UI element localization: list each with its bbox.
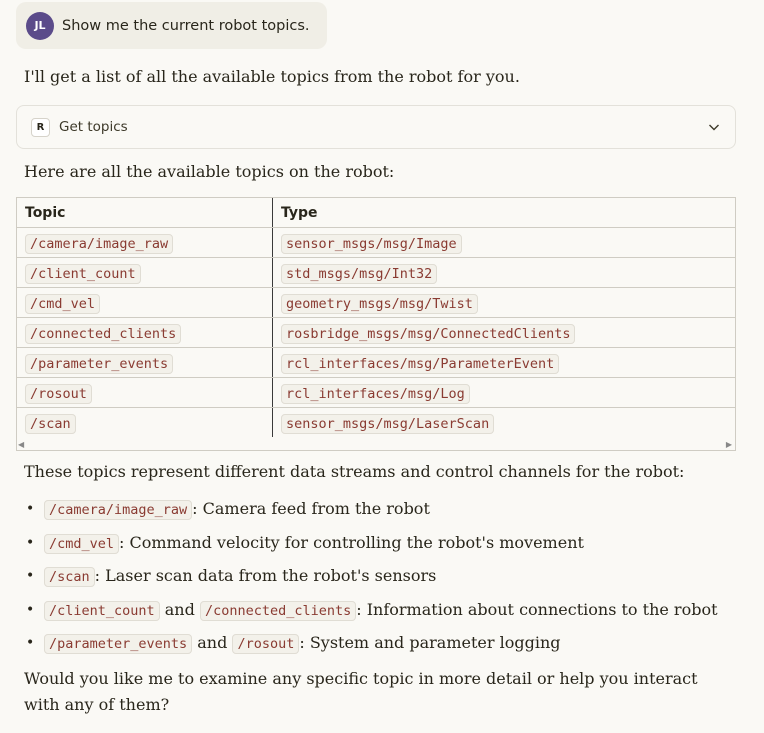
- user-message: JL Show me the current robot topics.: [16, 2, 327, 49]
- table-row: /rosout rcl_interfaces/msg/Log: [17, 377, 735, 408]
- inline-code: /client_count: [44, 600, 160, 621]
- topic-cell: /client_count: [25, 264, 141, 284]
- list-item: /cmd_vel: Command velocity for controlli…: [24, 529, 724, 563]
- header-type: Type: [272, 198, 735, 228]
- type-cell: sensor_msgs/msg/Image: [281, 234, 462, 254]
- assistant-intro: I'll get a list of all the available top…: [24, 67, 520, 86]
- type-cell: geometry_msgs/msg/Twist: [281, 294, 478, 314]
- tool-call-get-topics[interactable]: R Get topics: [16, 105, 736, 149]
- topic-cell: /parameter_events: [25, 354, 174, 374]
- type-cell: sensor_msgs/msg/LaserScan: [281, 414, 495, 434]
- table-row: /scan sensor_msgs/msg/LaserScan: [17, 407, 735, 437]
- header-topic: Topic: [17, 198, 273, 228]
- inline-code: /connected_clients: [199, 600, 357, 621]
- list-item-conjunction: and: [159, 599, 200, 619]
- table-row: /connected_clients rosbridge_msgs/msg/Co…: [17, 317, 735, 348]
- tool-label: Get topics: [59, 119, 128, 135]
- list-item-conjunction: and: [192, 633, 233, 652]
- tool-badge: R: [31, 117, 50, 137]
- list-item-text: : System and parameter logging: [299, 633, 561, 652]
- summary-intro: These topics represent different data st…: [24, 462, 685, 481]
- list-item: /scan: Laser scan data from the robot's …: [24, 562, 724, 596]
- inline-code: /parameter_events: [44, 634, 193, 654]
- table-row: /camera/image_raw sensor_msgs/msg/Image: [17, 227, 735, 258]
- scroll-left-icon[interactable]: ◀: [18, 440, 24, 449]
- topic-cell: /camera/image_raw: [25, 234, 174, 254]
- user-avatar: JL: [26, 11, 54, 40]
- topic-cell: /scan: [25, 414, 76, 434]
- topic-cell: /rosout: [25, 384, 92, 404]
- list-item: /camera/image_raw: Camera feed from the …: [24, 495, 724, 529]
- list-item: /client_count and /connected_clients: In…: [24, 596, 724, 630]
- type-cell: std_msgs/msg/Int32: [281, 264, 438, 284]
- list-item: /parameter_events and /rosout: System an…: [24, 629, 724, 663]
- type-cell: rcl_interfaces/msg/Log: [281, 384, 470, 404]
- horizontal-scrollbar[interactable]: ◀ ▶: [17, 440, 735, 450]
- chevron-down-icon[interactable]: [707, 120, 721, 134]
- topics-table: Topic Type /camera/image_raw sensor_msgs…: [16, 197, 736, 451]
- table-row: /parameter_events rcl_interfaces/msg/Par…: [17, 347, 735, 378]
- scroll-right-icon[interactable]: ▶: [726, 440, 732, 449]
- inline-code: /scan: [44, 567, 95, 587]
- type-cell: rcl_interfaces/msg/ParameterEvent: [281, 354, 560, 374]
- table-intro: Here are all the available topics on the…: [24, 162, 395, 181]
- list-item-text: : Command velocity for controlling the r…: [119, 532, 584, 552]
- table-row: /client_count std_msgs/msg/Int32: [17, 257, 735, 288]
- closing-question: Would you like me to examine any specifi…: [24, 669, 698, 714]
- topic-summary-list: /camera/image_raw: Camera feed from the …: [24, 495, 724, 663]
- inline-code: /cmd_vel: [44, 533, 120, 554]
- topic-cell: /connected_clients: [25, 324, 182, 344]
- table-row: /cmd_vel geometry_msgs/msg/Twist: [17, 287, 735, 318]
- type-cell: rosbridge_msgs/msg/ConnectedClients: [281, 324, 576, 344]
- topic-cell: /cmd_vel: [25, 294, 101, 314]
- inline-code: /camera/image_raw: [44, 500, 193, 520]
- user-message-text: Show me the current robot topics.: [62, 17, 310, 34]
- list-item-text: : Laser scan data from the robot's senso…: [94, 566, 437, 585]
- list-item-text: : Camera feed from the robot: [192, 499, 430, 518]
- inline-code: /rosout: [232, 634, 300, 654]
- list-item-text: : Information about connections to the r…: [356, 599, 718, 619]
